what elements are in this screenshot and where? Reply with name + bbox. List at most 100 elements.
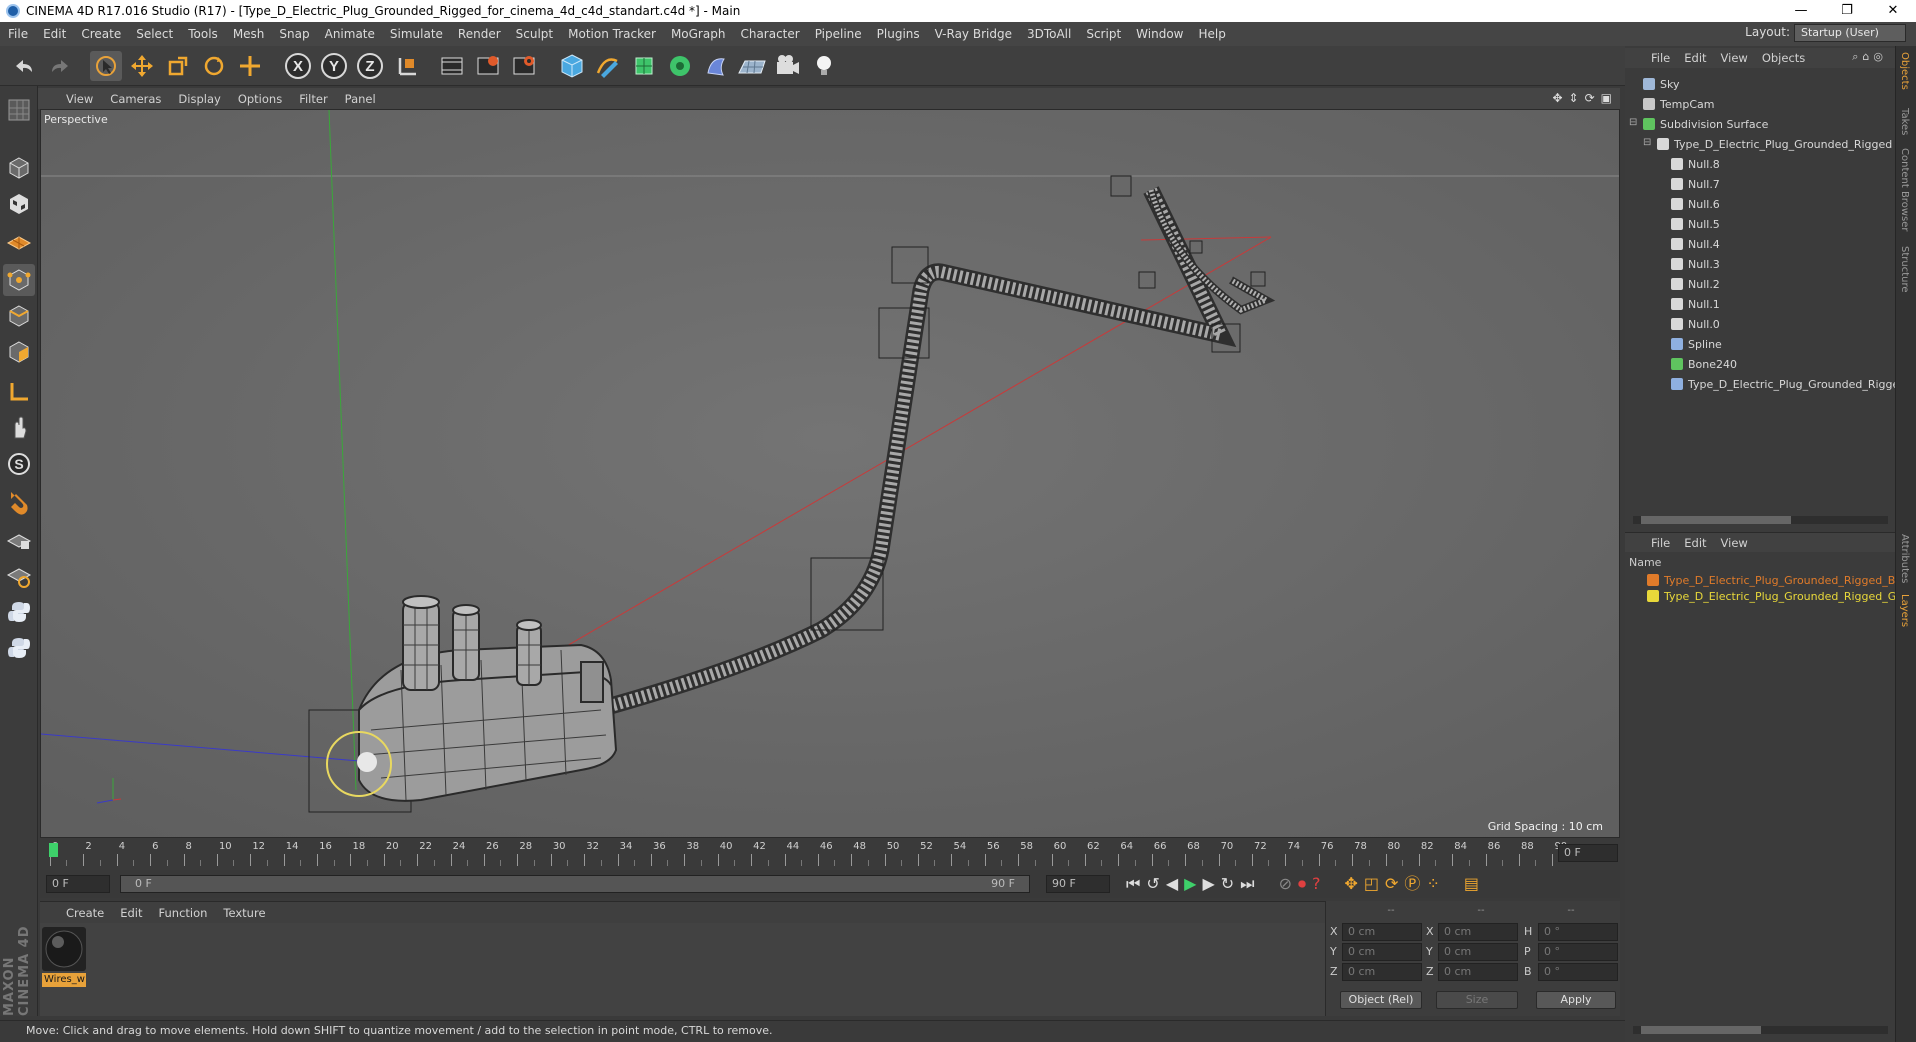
spline-pen-icon[interactable] — [592, 51, 624, 81]
material-menu-create[interactable]: Create — [66, 906, 104, 920]
menu-motion-tracker[interactable]: Motion Tracker — [568, 27, 656, 41]
menu-mesh[interactable]: Mesh — [233, 27, 265, 41]
go-to-start-icon[interactable]: ⏮ — [1126, 873, 1140, 895]
side-tab-objects[interactable]: Objects — [1899, 52, 1910, 90]
texture-mode-icon[interactable] — [3, 188, 35, 220]
menu-character[interactable]: Character — [740, 27, 799, 41]
parameter-key-icon[interactable]: Ⓟ — [1404, 873, 1420, 895]
perspective-viewport[interactable]: Perspective Grid Spacing : 10 cm — [40, 109, 1620, 838]
snap-icon[interactable]: S — [3, 448, 35, 480]
model-mode-icon[interactable] — [3, 152, 35, 184]
close-button[interactable]: ✕ — [1870, 0, 1916, 22]
viewport-menu-panel[interactable]: Panel — [345, 92, 376, 106]
rotation-key-icon[interactable]: ⟳ — [1385, 873, 1398, 895]
python-plugin-icon[interactable] — [3, 632, 35, 664]
menu-v-ray-bridge[interactable]: V-Ray Bridge — [935, 27, 1012, 41]
menu-pipeline[interactable]: Pipeline — [815, 27, 862, 41]
current-frame-field[interactable]: 0 F — [1558, 844, 1618, 862]
material-menu-edit[interactable]: Edit — [120, 906, 142, 920]
minimize-button[interactable]: — — [1778, 0, 1824, 22]
workplane-mode-icon[interactable] — [3, 224, 35, 256]
side-tab-content-browser[interactable]: Content Browser — [1899, 148, 1910, 231]
layout-select[interactable]: Startup (User) — [1794, 24, 1906, 42]
object-row[interactable]: TempCam — [1643, 94, 1714, 114]
recent-tool-icon[interactable] — [234, 51, 266, 81]
camera-icon[interactable] — [772, 51, 804, 81]
layer-row[interactable]: Type_D_Electric_Plug_Grounded_Rigged_Bon — [1647, 572, 1909, 588]
object-row[interactable]: Null.2 — [1671, 274, 1720, 294]
position-key-icon[interactable]: ✥ — [1344, 873, 1357, 895]
coord-v2-field[interactable]: 0 cm — [1438, 943, 1518, 961]
material-swatch[interactable] — [42, 927, 86, 971]
object-row[interactable]: Type_D_Electric_Plug_Grounded_Rigged — [1657, 134, 1892, 154]
scale-tool-icon[interactable] — [162, 51, 194, 81]
viewport-camera-label[interactable]: Perspective — [44, 113, 108, 126]
object-row[interactable]: Subdivision Surface — [1643, 114, 1768, 134]
make-editable-icon[interactable] — [3, 94, 35, 126]
layers-menu-edit[interactable]: Edit — [1684, 536, 1706, 550]
side-tab-structure[interactable]: Structure — [1899, 246, 1910, 293]
play-icon[interactable]: ▶ — [1184, 873, 1196, 895]
previous-frame-icon[interactable]: ◀ — [1166, 873, 1178, 895]
axis-mode-icon[interactable] — [3, 376, 35, 408]
previous-key-icon[interactable]: ↺ — [1146, 873, 1159, 895]
object-row[interactable]: Null.7 — [1671, 174, 1720, 194]
subdivision-surface-icon[interactable] — [628, 51, 660, 81]
x-axis-lock-icon[interactable]: X — [282, 51, 314, 81]
render-view-icon[interactable] — [436, 51, 468, 81]
frame-range-slider[interactable]: 0 F 90 F — [120, 875, 1030, 893]
coordinate-mode-select[interactable]: Object (Rel) — [1340, 991, 1422, 1009]
layers-menu-file[interactable]: File — [1651, 536, 1670, 550]
coord-v3-field[interactable]: 0 ° — [1538, 923, 1618, 941]
playhead[interactable] — [49, 843, 58, 857]
polygon-mode-icon[interactable] — [3, 336, 35, 368]
objects-menu-view[interactable]: View — [1721, 51, 1748, 65]
menu-plugins[interactable]: Plugins — [877, 27, 920, 41]
render-settings-icon[interactable] — [508, 51, 540, 81]
menu-help[interactable]: Help — [1198, 27, 1225, 41]
object-hscrollbar[interactable] — [1633, 516, 1888, 524]
layer-row[interactable]: Type_D_Electric_Plug_Grounded_Rigged_Geo — [1647, 588, 1910, 604]
material-menu-texture[interactable]: Texture — [223, 906, 265, 920]
object-row[interactable]: Null.5 — [1671, 214, 1720, 234]
redo-icon[interactable] — [44, 51, 76, 81]
rotate-tool-icon[interactable] — [198, 51, 230, 81]
viewport-menu-cameras[interactable]: Cameras — [110, 92, 161, 106]
object-row[interactable]: Null.1 — [1671, 294, 1720, 314]
object-row[interactable]: Bone240 — [1671, 354, 1737, 374]
go-to-end-icon[interactable]: ⏭ — [1240, 873, 1254, 895]
coord-v1-field[interactable]: 0 cm — [1342, 923, 1422, 941]
move-tool-icon[interactable] — [126, 51, 158, 81]
object-row[interactable]: Spline — [1671, 334, 1722, 354]
planar-workplane-icon[interactable] — [3, 560, 35, 592]
side-tab-layers[interactable]: Layers — [1899, 594, 1910, 627]
objects-menu-objects[interactable]: Objects — [1762, 51, 1805, 65]
tweak-mode-icon[interactable] — [3, 412, 35, 444]
menu-edit[interactable]: Edit — [43, 27, 66, 41]
coordinate-system-icon[interactable] — [392, 51, 424, 81]
object-search-icon[interactable]: ⌕⌂◎ — [1852, 50, 1887, 64]
cloner-icon[interactable] — [664, 51, 696, 81]
object-row[interactable]: Sky — [1643, 74, 1679, 94]
render-to-picture-viewer-icon[interactable] — [472, 51, 504, 81]
viewport-maximize-icon[interactable]: ▣ — [1601, 91, 1612, 105]
start-frame-field[interactable]: 0 F — [46, 875, 110, 893]
menu-3dtoall[interactable]: 3DToAll — [1027, 27, 1071, 41]
scale-key-icon[interactable]: ◰ — [1364, 873, 1379, 895]
workplane-lock-icon[interactable] — [3, 524, 35, 556]
deformer-icon[interactable] — [700, 51, 732, 81]
size-mode-select[interactable]: Size — [1436, 991, 1518, 1009]
menu-create[interactable]: Create — [81, 27, 121, 41]
menu-animate[interactable]: Animate — [325, 27, 375, 41]
menu-script[interactable]: Script — [1086, 27, 1121, 41]
menu-tools[interactable]: Tools — [188, 27, 218, 41]
coord-v3-field[interactable]: 0 ° — [1538, 943, 1618, 961]
material-name[interactable]: Wires_w — [42, 973, 86, 987]
menu-mograph[interactable]: MoGraph — [671, 27, 726, 41]
z-axis-lock-icon[interactable]: Z — [354, 51, 386, 81]
autokey-icon[interactable]: ⏺ — [1298, 873, 1306, 895]
side-tab-attributes[interactable]: Attributes — [1899, 534, 1910, 583]
light-icon[interactable] — [808, 51, 840, 81]
coord-v2-field[interactable]: 0 cm — [1438, 963, 1518, 981]
viewport-move-icon[interactable]: ✥ — [1552, 91, 1562, 105]
